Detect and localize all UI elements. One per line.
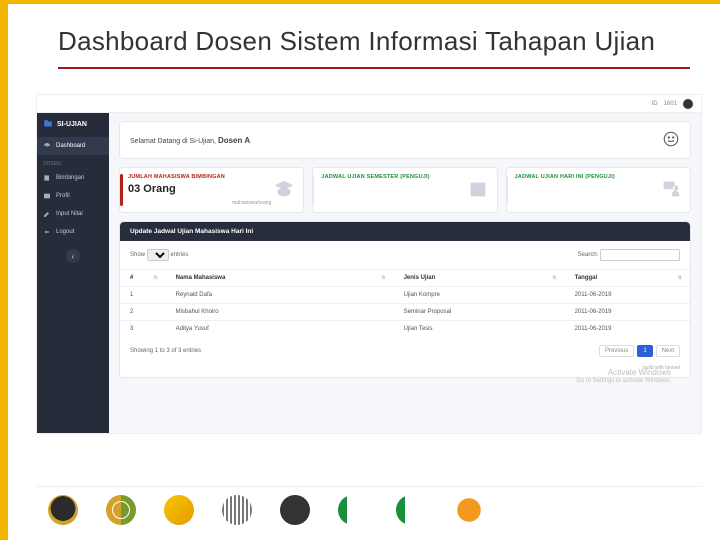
sponsor-logo-icon bbox=[106, 495, 136, 525]
cell: 2011-06-2019 bbox=[565, 304, 690, 321]
watermark-title: Activate Windows bbox=[576, 368, 671, 378]
stat-title: JADWAL UJIAN SEMESTER (PENGUJI) bbox=[321, 174, 488, 180]
sidebar-item-bimbingan[interactable]: Bimbingan bbox=[37, 169, 109, 187]
pencil-icon bbox=[43, 210, 51, 218]
schedule-table: # Nama Mahasiswa Jenis Ujian Tanggal 1 R… bbox=[120, 269, 690, 337]
table-row: 3 Aditya Yusuf Ujian Tesis 2011-06-2019 bbox=[120, 321, 690, 338]
cell: Aditya Yusuf bbox=[166, 321, 394, 338]
teacher-icon bbox=[660, 178, 682, 202]
title-rule bbox=[58, 67, 690, 69]
main-content: Selamat Datang di Si-Ujian, Dosen A JUML… bbox=[109, 113, 701, 433]
sponsor-logo-icon bbox=[222, 495, 252, 525]
slide-title: Dashboard Dosen Sistem Informasi Tahapan… bbox=[8, 4, 720, 67]
stat-value: 03 Orang bbox=[128, 183, 295, 195]
sidebar: SI-UJIAN Dashboard DOSEN Bimbingan Profi… bbox=[37, 113, 109, 433]
brand[interactable]: SI-UJIAN bbox=[37, 113, 109, 137]
stat-sub: mahasiswa/orang bbox=[232, 200, 271, 206]
cell: 2011-06-2019 bbox=[565, 321, 690, 338]
notif-badge: 1601 bbox=[664, 101, 677, 107]
entries-control: Show 10 entries bbox=[130, 249, 188, 261]
cell: Reynald Dafa bbox=[166, 287, 394, 304]
panel-title: Update Jadwal Ujian Mahasiswa Hari Ini bbox=[120, 222, 690, 241]
sponsor-logo-icon bbox=[396, 495, 426, 525]
page-next[interactable]: Next bbox=[656, 345, 680, 357]
footer-logos bbox=[36, 486, 702, 532]
sidebar-item-input-nilai[interactable]: Input Nilai bbox=[37, 205, 109, 223]
cell: Ujian Tesis bbox=[394, 321, 565, 338]
graduation-icon bbox=[273, 178, 295, 202]
col-nama[interactable]: Nama Mahasiswa bbox=[166, 270, 394, 287]
col-jenis[interactable]: Jenis Ujian bbox=[394, 270, 565, 287]
app-screenshot: ID 1601 SI-UJIAN Dashboard DOSEN Bimbing… bbox=[36, 94, 702, 434]
welcome-card: Selamat Datang di Si-Ujian, Dosen A bbox=[119, 121, 691, 159]
watermark-sub: Go to Settings to activate Windows. bbox=[576, 378, 671, 385]
welcome-pre: Selamat Datang di Si-Ujian, bbox=[130, 138, 218, 145]
sponsor-logo-icon bbox=[164, 495, 194, 525]
sidebar-item-label: Dashboard bbox=[56, 143, 85, 149]
stat-title: JUMLAH MAHASISWA BIMBINGAN bbox=[128, 174, 295, 180]
sidebar-item-profil[interactable]: Profil bbox=[37, 187, 109, 205]
cell: 2 bbox=[120, 304, 166, 321]
sponsor-logo-icon bbox=[280, 495, 310, 525]
stats-row: JUMLAH MAHASISWA BIMBINGAN 03 Orang maha… bbox=[119, 167, 691, 213]
search-input[interactable] bbox=[600, 249, 680, 261]
smile-icon bbox=[662, 130, 680, 150]
schedule-panel: Update Jadwal Ujian Mahasiswa Hari Ini S… bbox=[119, 221, 691, 378]
stat-hariini[interactable]: JADWAL UJIAN HARI INI (PENGUJI) bbox=[506, 167, 691, 213]
cell: 1 bbox=[120, 287, 166, 304]
table-info: Showing 1 to 3 of 3 entries bbox=[130, 348, 201, 354]
col-index[interactable]: # bbox=[120, 270, 166, 287]
show-pre: Show bbox=[130, 252, 145, 258]
cell: Seminar Proposal bbox=[394, 304, 565, 321]
brand-icon bbox=[43, 119, 53, 129]
sidebar-item-logout[interactable]: Logout bbox=[37, 223, 109, 241]
cell: Misbahul Khoiro bbox=[166, 304, 394, 321]
cell: 2011-06-2019 bbox=[565, 287, 690, 304]
sidebar-section: DOSEN bbox=[37, 155, 109, 169]
lang-badge: ID bbox=[652, 101, 658, 107]
show-post: entries bbox=[170, 252, 188, 258]
brand-text: SI-UJIAN bbox=[57, 121, 87, 128]
sidebar-item-dashboard[interactable]: Dashboard bbox=[37, 137, 109, 155]
sponsor-logo-icon bbox=[454, 495, 484, 525]
page-size-select[interactable]: 10 bbox=[147, 249, 169, 261]
stat-title: JADWAL UJIAN HARI INI (PENGUJI) bbox=[515, 174, 682, 180]
page-prev[interactable]: Previous bbox=[599, 345, 634, 357]
gauge-icon bbox=[43, 142, 51, 150]
cell: Ujian Kompre bbox=[394, 287, 565, 304]
cell: 3 bbox=[120, 321, 166, 338]
windows-watermark: Activate Windows Go to Settings to activ… bbox=[576, 368, 671, 385]
sidebar-collapse-button[interactable] bbox=[66, 249, 80, 263]
book-icon bbox=[43, 174, 51, 182]
stat-bimbingan[interactable]: JUMLAH MAHASISWA BIMBINGAN 03 Orang maha… bbox=[119, 167, 304, 213]
id-icon bbox=[43, 192, 51, 200]
col-tanggal[interactable]: Tanggal bbox=[565, 270, 690, 287]
sidebar-item-label: Bimbingan bbox=[56, 175, 84, 181]
sponsor-logo-icon bbox=[338, 495, 368, 525]
sidebar-item-label: Logout bbox=[56, 229, 74, 235]
pagination: Previous 1 Next bbox=[599, 345, 680, 357]
page-current[interactable]: 1 bbox=[637, 345, 652, 357]
calendar-icon bbox=[467, 178, 489, 202]
stat-semester[interactable]: JADWAL UJIAN SEMESTER (PENGUJI) bbox=[312, 167, 497, 213]
logout-icon bbox=[43, 228, 51, 236]
sidebar-item-label: Profil bbox=[56, 193, 70, 199]
search-control: Search: bbox=[578, 249, 680, 261]
sponsor-logo-icon bbox=[48, 495, 78, 525]
search-label: Search: bbox=[578, 252, 599, 258]
avatar-icon[interactable] bbox=[683, 99, 693, 109]
sidebar-item-label: Input Nilai bbox=[56, 211, 83, 217]
table-row: 1 Reynald Dafa Ujian Kompre 2011-06-2019 bbox=[120, 287, 690, 304]
table-row: 2 Misbahul Khoiro Seminar Proposal 2011-… bbox=[120, 304, 690, 321]
welcome-name: Dosen A bbox=[218, 136, 250, 145]
window-topbar: ID 1601 bbox=[37, 95, 701, 113]
